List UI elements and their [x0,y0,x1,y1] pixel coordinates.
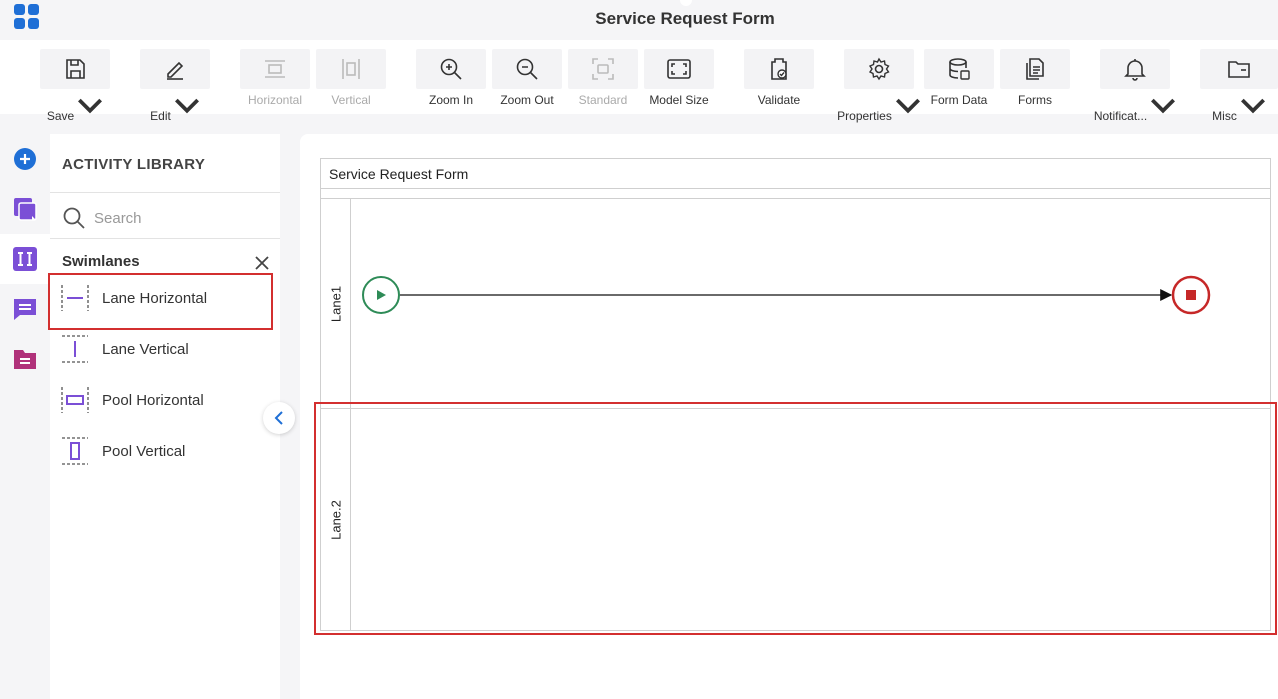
process-canvas[interactable]: Service Request Form Lane1 Lane.2 [300,134,1278,699]
search-input[interactable] [94,206,264,230]
search-icon [63,207,85,229]
gear-icon [868,57,890,81]
activity-library-panel: ACTIVITY LIBRARY Swimlanes Lane Horizont… [48,134,280,699]
rail-pages[interactable] [0,184,50,234]
save-icon [66,59,85,79]
start-event[interactable] [362,276,400,314]
library-item-lane-vertical[interactable]: Lane Vertical [50,325,272,375]
pool-vertical-icon [62,437,88,465]
page-title: Service Request Form [595,9,775,28]
forms-icon [1026,58,1044,80]
library-item-label: Pool Vertical [102,443,186,460]
edit-button[interactable]: Edit [140,49,210,123]
library-item-pool-vertical[interactable]: Pool Vertical [50,427,272,477]
rail-activity-library[interactable] [0,234,50,284]
zoom-in-icon [440,58,462,80]
zoom-in-button[interactable]: Zoom In [416,49,486,109]
pool-horizontal-icon [61,387,89,413]
top-notch [680,0,692,6]
validate-button[interactable]: Validate [744,49,814,109]
notifications-label: Notificat... [1093,109,1148,123]
chevron-left-icon [274,411,283,425]
highlight-box [48,273,273,330]
toolbar: Save Edit Horizontal Vertical Zoom In Zo… [0,40,1278,123]
chevron-down-icon [78,98,103,114]
lane-vertical-icon [62,335,88,363]
forms-label: Forms [1018,93,1052,107]
pencil-icon [167,61,184,80]
left-rail [0,134,50,699]
rail-add[interactable] [0,134,50,184]
rail-comments[interactable] [0,284,50,334]
section-title: Swimlanes [62,253,140,270]
save-label: Save [46,109,75,123]
standard-size-icon [592,58,614,80]
misc-button[interactable]: Misc [1200,49,1278,123]
properties-label: Properties [837,109,892,123]
activity-library-icon [13,247,37,271]
rail-forms[interactable] [0,334,50,384]
standard-button[interactable]: Standard [568,49,638,109]
end-event[interactable] [1171,275,1211,315]
vertical-button[interactable]: Vertical [316,49,386,109]
zoom-out-icon [516,58,538,80]
collapse-panel-button[interactable] [263,402,295,434]
folder-forms-icon [14,350,36,369]
model-size-icon [667,59,691,79]
chevron-down-icon [174,98,199,114]
save-button[interactable]: Save [40,49,110,123]
model-size-button[interactable]: Model Size [644,49,714,109]
validate-icon [771,58,787,80]
library-item-label: Lane Vertical [102,341,189,358]
forms-button[interactable]: Forms [1000,49,1070,109]
bell-icon [1124,59,1146,81]
close-icon[interactable] [253,254,271,272]
align-horizontal-icon [265,60,285,78]
validate-label: Validate [757,93,801,107]
comments-icon [14,299,36,320]
horizontal-button[interactable]: Horizontal [240,49,310,109]
highlight-box [314,402,1277,635]
zoom-out-button[interactable]: Zoom Out [492,49,562,109]
notifications-button[interactable]: Notificat... [1094,49,1176,123]
chevron-down-icon [1240,98,1265,114]
library-title: ACTIVITY LIBRARY [62,156,206,173]
title-bar: Service Request Form [0,0,1278,40]
add-circle-icon [14,148,36,170]
divider [50,238,280,239]
vertical-label: Vertical [331,93,371,107]
library-item-label: Pool Horizontal [102,392,204,409]
chevron-down-icon [1151,98,1176,114]
misc-label: Misc [1212,109,1237,123]
edit-label: Edit [150,109,171,123]
pages-icon [14,198,37,221]
form-data-button[interactable]: Form Data [924,49,994,109]
stop-icon [1186,290,1196,300]
folder-icon [1228,61,1250,78]
properties-button[interactable]: Properties [837,49,920,123]
align-vertical-icon [342,59,360,79]
library-item-pool-horizontal[interactable]: Pool Horizontal [50,376,272,426]
database-icon [949,58,970,80]
divider [50,192,280,193]
model-size-label: Model Size [649,93,709,107]
